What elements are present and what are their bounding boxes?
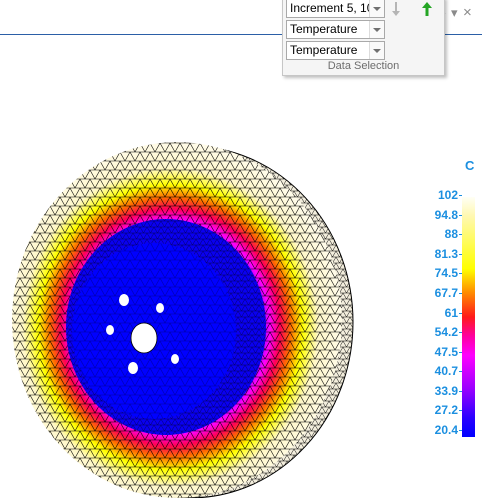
legend-label: 40.7: [434, 364, 458, 379]
bolt-hole: [119, 294, 129, 306]
legend-unit: C: [465, 158, 475, 173]
model-viewport[interactable]: C 102 94.8 88 81.3 74.5 67.7 61 54.2 47.5 40.7 33.…: [0, 35, 482, 498]
previous-increment-button[interactable]: [388, 0, 404, 18]
legend-tick: [459, 430, 462, 431]
legend-tick: [459, 214, 462, 216]
legend-tick: [459, 292, 462, 294]
legend-label: 67.7: [434, 285, 458, 300]
panel-controls: ▸ ▾ ×: [439, 3, 479, 23]
legend-tick: [459, 390, 462, 392]
legend-label: 102: [437, 188, 458, 202]
chevron-down-icon[interactable]: [369, 0, 384, 17]
legend-tick: [459, 234, 462, 236]
bolt-hole: [106, 325, 114, 335]
legend-label: 74.5: [434, 266, 458, 281]
bolt-hole: [171, 354, 179, 364]
brake-disc-model[interactable]: [0, 35, 482, 498]
close-icon[interactable]: ×: [463, 3, 472, 23]
legend-label: 94.8: [434, 207, 458, 222]
legend-label: 27.2: [434, 403, 458, 418]
arrow-up-icon: [422, 2, 432, 16]
legend-label: 54.2: [434, 325, 458, 340]
legend-tick: [459, 410, 462, 412]
legend-tick: [459, 195, 462, 196]
increment-dropdown[interactable]: Increment 5, 100: [286, 0, 385, 18]
legend-label: 47.5: [434, 344, 458, 359]
legend-label: 81.3: [434, 246, 458, 261]
next-increment-button[interactable]: [419, 0, 435, 18]
legend-tick: [459, 253, 462, 255]
legend-labels: 102 94.8 88 81.3 74.5 67.7 61 54.2 47.5 40.7 33.9 2…: [418, 188, 462, 450]
arrow-down-icon: [392, 2, 400, 16]
legend-tick: [459, 351, 462, 353]
legend-tick: [459, 312, 462, 314]
increment-value: Increment 5, 100: [290, 1, 370, 15]
legend-label: 33.9: [434, 383, 458, 398]
legend-label: 88: [444, 227, 458, 242]
legend-label: 20.4: [434, 423, 458, 437]
chevron-down-icon[interactable]: ▾: [451, 3, 458, 23]
legend-color-bar: [462, 197, 475, 437]
legend-tick: [459, 273, 462, 275]
legend-tick: [459, 332, 462, 334]
center-bore: [130, 322, 158, 354]
bolt-hole: [156, 303, 164, 313]
legend-tick: [459, 371, 462, 373]
legend-label: 61: [444, 305, 458, 320]
bolt-hole: [128, 362, 138, 374]
